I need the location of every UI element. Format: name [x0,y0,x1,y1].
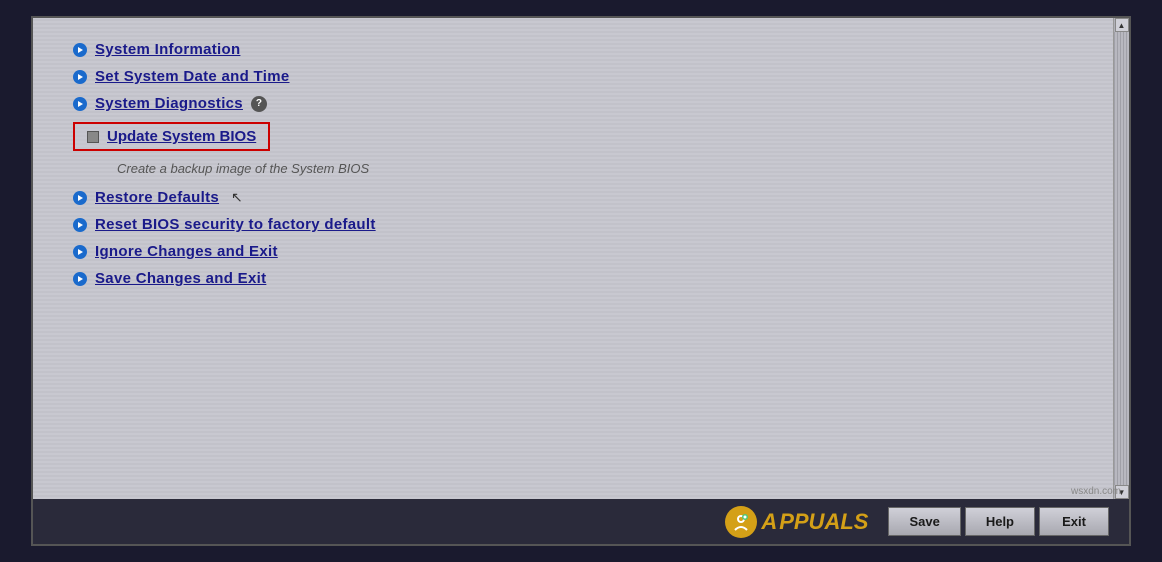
menu-item-system-diagnostics[interactable]: System Diagnostics ? [73,92,1073,115]
save-changes-label: Save Changes and Exit [95,270,266,287]
bios-screen: System Information Set System Date and T… [33,18,1129,499]
arrow-icon [73,218,87,232]
save-button[interactable]: Save [888,507,960,536]
arrow-icon [73,97,87,111]
system-information-label: System Information [95,41,240,58]
help-icon[interactable]: ? [251,96,267,112]
scroll-up-arrow[interactable]: ▲ [1115,18,1129,32]
logo-rest: PPUALS [779,509,868,535]
cursor-arrow: ↖ [231,189,243,206]
update-bios-box: Update System BIOS [73,122,270,151]
appuals-logo: APPUALS [725,506,868,538]
reset-bios-label: Reset BIOS security to factory default [95,216,376,233]
scrollbar-track [1114,32,1129,485]
bottom-bar: APPUALS Save Help Exit [33,499,1129,544]
arrow-icon [73,70,87,84]
arrow-icon [73,191,87,205]
menu-item-restore-defaults[interactable]: Restore Defaults ↖ [73,186,1073,209]
ignore-changes-label: Ignore Changes and Exit [95,243,278,260]
set-date-label: Set System Date and Time [95,68,290,85]
logo-text: A [761,509,777,535]
square-icon [87,131,99,143]
arrow-icon [73,272,87,286]
arrow-icon [73,245,87,259]
menu-item-reset-bios[interactable]: Reset BIOS security to factory default [73,213,1073,236]
update-bios-item[interactable]: Update System BIOS [73,119,1073,154]
menu-item-set-date[interactable]: Set System Date and Time [73,65,1073,88]
menu-item-ignore-changes[interactable]: Ignore Changes and Exit [73,240,1073,263]
logo-icon [725,506,757,538]
restore-defaults-label: Restore Defaults [95,189,219,206]
exit-button[interactable]: Exit [1039,507,1109,536]
backup-text: Create a backup image of the System BIOS [117,161,369,176]
backup-text-row: Create a backup image of the System BIOS [95,160,1073,178]
update-bios-label: Update System BIOS [107,128,256,145]
help-button[interactable]: Help [965,507,1035,536]
main-content: System Information Set System Date and T… [33,18,1129,499]
bios-outer-frame: System Information Set System Date and T… [31,16,1131,546]
menu-area: System Information Set System Date and T… [33,18,1113,499]
system-diagnostics-label: System Diagnostics [95,95,243,112]
menu-item-save-changes[interactable]: Save Changes and Exit [73,267,1073,290]
watermark: wsxdn.com [1071,486,1121,497]
menu-item-system-information[interactable]: System Information [73,38,1073,61]
bottom-buttons: Save Help Exit [888,507,1109,536]
scrollbar[interactable]: ▲ ▼ [1113,18,1129,499]
arrow-icon [73,43,87,57]
